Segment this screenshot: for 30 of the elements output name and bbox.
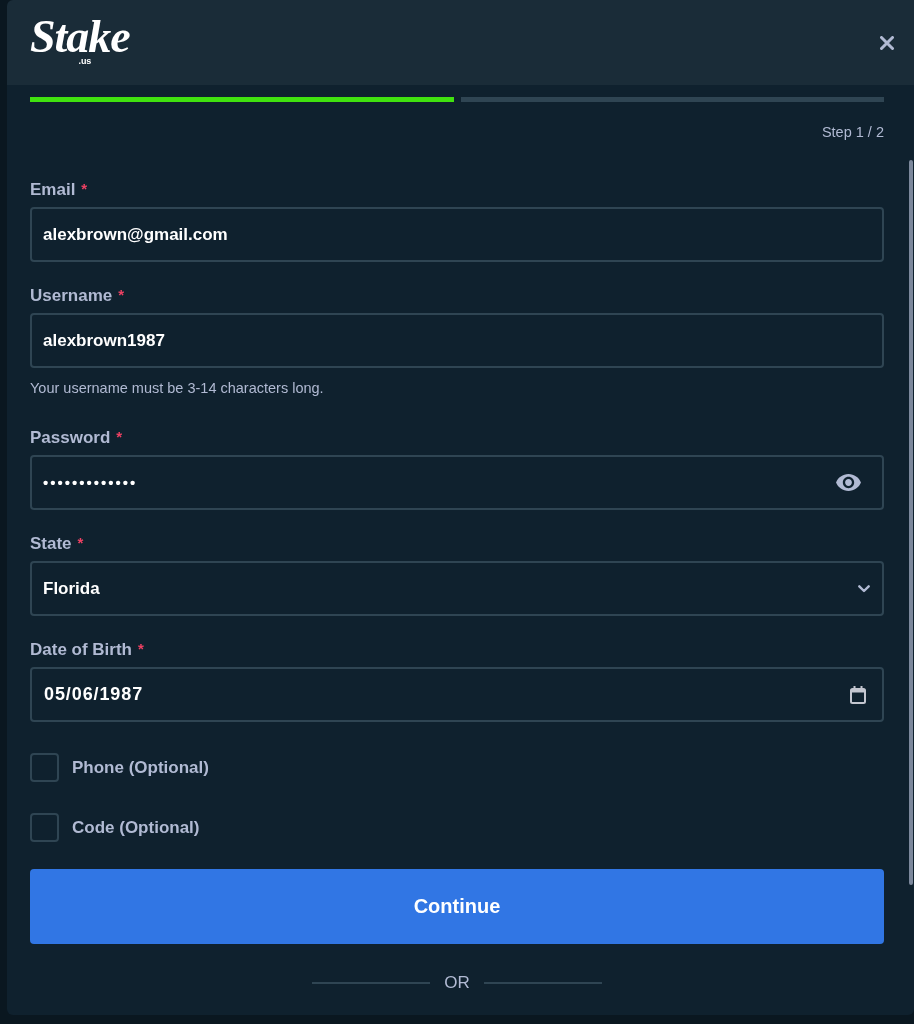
required-mark: * [138, 641, 144, 656]
date-field[interactable]: 05/06/1987 [30, 667, 884, 722]
checkbox[interactable] [30, 813, 59, 842]
checkbox-label[interactable]: Phone (Optional) [72, 757, 209, 778]
logo-suffix: .us [78, 57, 92, 66]
field-label: Email [30, 180, 76, 200]
continue-button[interactable]: Continue [30, 869, 884, 944]
input-field[interactable]: alexbrown1987 [30, 313, 884, 368]
scrollbar-thumb[interactable] [909, 160, 913, 885]
dropdown[interactable]: Florida [30, 561, 884, 616]
required-mark: * [118, 287, 125, 302]
checkbox-label[interactable]: Code (Optional) [72, 817, 200, 838]
required-mark: * [77, 535, 84, 550]
close-icon[interactable] [880, 35, 894, 50]
field-label: Date of Birth [30, 640, 132, 660]
chevron-down-icon [858, 584, 870, 593]
step-label: Step 1 / 2 [821, 124, 884, 141]
field-label: Password [30, 428, 111, 448]
password-field[interactable]: ••••••••••••• [30, 455, 884, 510]
calendar-icon[interactable] [850, 685, 866, 704]
checkbox[interactable] [30, 753, 59, 782]
eye-icon[interactable] [836, 474, 861, 491]
divider-label: OR [444, 973, 470, 993]
required-mark: * [81, 181, 88, 196]
field-label: Username [30, 286, 113, 306]
hint-text: Your username must be 3-14 characters long. [30, 379, 325, 397]
logo-wordmark: Stake [30, 15, 130, 59]
input-field[interactable]: alexbrown@gmail.com [30, 207, 884, 262]
required-mark: * [116, 429, 123, 444]
field-label: State [30, 534, 72, 554]
